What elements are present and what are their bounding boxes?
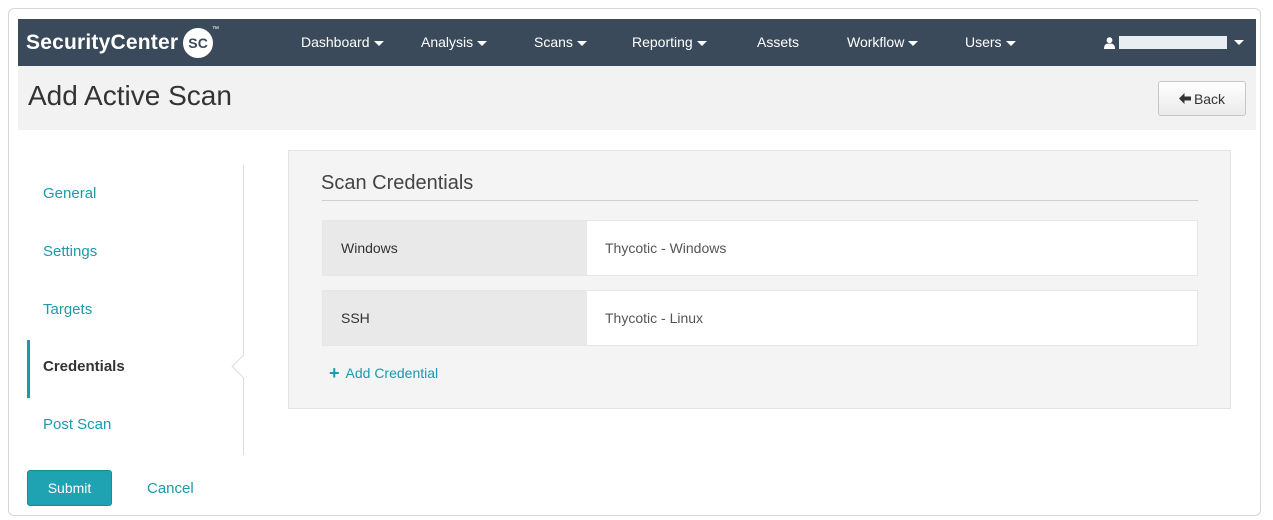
back-button[interactable]: Back [1158, 81, 1246, 116]
nav-item-reporting[interactable]: Reporting [632, 19, 707, 66]
nav-item-dashboard[interactable]: Dashboard [301, 19, 384, 66]
brand-name: SecurityCenter [26, 30, 179, 54]
back-label: Back [1193, 90, 1226, 107]
caret-down-icon [1234, 40, 1244, 45]
caret-down-icon [1005, 40, 1016, 46]
credential-value[interactable]: Thycotic - Windows [587, 221, 1197, 275]
caret-down-icon [373, 40, 384, 46]
user-menu[interactable] [1104, 19, 1244, 66]
top-navbar: SecurityCenter SC ™ Dashboard Analysis S… [18, 19, 1256, 66]
step-credentials[interactable]: Credentials [18, 338, 228, 398]
step-settings[interactable]: Settings [18, 223, 228, 281]
nav-item-label: Analysis [421, 34, 474, 50]
nav-item-label: Dashboard [301, 34, 370, 50]
caret-down-icon [477, 40, 488, 46]
add-credential-link[interactable]: + Add Credential [329, 363, 439, 383]
credential-type: Windows [323, 221, 587, 275]
divider [322, 200, 1198, 201]
credential-type: SSH [323, 291, 587, 345]
add-credential-label: Add Credential [345, 365, 439, 381]
nav-item-scans[interactable]: Scans [534, 19, 587, 66]
nav-item-label: Assets [757, 34, 800, 50]
caret-down-icon [576, 40, 587, 46]
step-targets[interactable]: Targets [18, 281, 228, 339]
nav-item-label: Users [965, 34, 1002, 50]
user-name-redacted [1119, 36, 1227, 49]
nav-item-label: Scans [534, 34, 573, 50]
page-header: Add Active Scan Back [18, 66, 1256, 130]
submit-button[interactable]: Submit [27, 470, 112, 506]
panel-title: Scan Credentials [321, 172, 474, 194]
trademark-mark: ™ [212, 25, 220, 33]
caret-down-icon [908, 40, 919, 46]
plus-icon: + [329, 363, 340, 383]
page-title: Add Active Scan [28, 80, 232, 111]
scan-credentials-panel: Scan Credentials Windows Thycotic - Wind… [288, 150, 1231, 409]
nav-item-users[interactable]: Users [965, 19, 1016, 66]
step-general[interactable]: General [18, 165, 228, 223]
brand-logo[interactable]: SecurityCenter SC ™ [26, 19, 219, 66]
nav-item-label: Workflow [847, 34, 905, 50]
brand-badge: SC ™ [183, 26, 219, 58]
credential-row: Windows Thycotic - Windows [322, 220, 1198, 276]
nav-item-assets[interactable]: Assets [757, 19, 799, 66]
credential-value[interactable]: Thycotic - Linux [587, 291, 1197, 345]
sidebar-divider [243, 165, 244, 455]
step-post-scan[interactable]: Post Scan [18, 396, 228, 454]
brand-badge-text: SC [188, 34, 209, 51]
nav-item-workflow[interactable]: Workflow [847, 19, 919, 66]
cancel-link[interactable]: Cancel [147, 480, 194, 497]
arrow-left-icon [1178, 93, 1191, 104]
credential-row: SSH Thycotic - Linux [322, 290, 1198, 346]
nav-item-label: Reporting [632, 34, 693, 50]
wizard-steps: General Settings Targets Credentials Pos… [18, 165, 244, 455]
nav-item-analysis[interactable]: Analysis [421, 19, 488, 66]
caret-down-icon [696, 40, 707, 46]
user-icon [1104, 36, 1115, 49]
